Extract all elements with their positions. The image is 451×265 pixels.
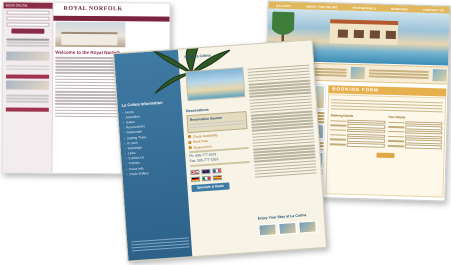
villa-graphic — [329, 19, 399, 46]
site-logo: ROYAL NORFOLK — [63, 5, 123, 13]
address-field[interactable] — [404, 135, 443, 140]
departure-date-field[interactable] — [347, 124, 385, 129]
hotel-photo — [55, 21, 126, 48]
reservation-system-box[interactable]: Reservation System — [186, 111, 248, 133]
sidebar-promo — [6, 38, 50, 47]
strip-thumbnail — [350, 66, 365, 80]
la-colina-screenshot: La Colina Information Home Amenities Sui… — [112, 39, 328, 262]
country-field[interactable] — [404, 139, 442, 145]
strip-thumbnail-2 — [432, 69, 447, 82]
reservation-panel: Reservations Reservation System Check Av… — [186, 103, 256, 257]
book-online-header: BOOK ONLINE — [3, 2, 53, 9]
gallery-thumbnail[interactable] — [258, 223, 278, 237]
room-type-select[interactable] — [6, 10, 50, 15]
gallery-thumbnail[interactable] — [298, 220, 317, 234]
top-navigation-bar[interactable] — [53, 15, 171, 22]
children-field[interactable] — [346, 133, 385, 138]
submit-booking-button[interactable] — [376, 152, 395, 158]
nav-bookings[interactable]: BOOKINGS — [391, 6, 408, 10]
extras-field[interactable] — [346, 142, 385, 148]
special-offer-banner[interactable] — [6, 74, 50, 80]
nav-gallery[interactable]: GALLERY — [276, 3, 291, 7]
comments-field[interactable] — [404, 144, 442, 149]
nav-about-rooms[interactable]: ABOUT THE ROOMS — [306, 4, 338, 9]
name-field[interactable] — [404, 121, 443, 126]
email-field[interactable] — [404, 125, 443, 131]
german-flag-icon[interactable] — [190, 176, 201, 182]
nav-contact-us[interactable]: CONTACT US — [423, 7, 444, 12]
sidebar-thumbnail — [6, 51, 50, 61]
check-availability-button[interactable] — [11, 28, 45, 34]
nav-testimonials[interactable]: TESTIMONIALS — [352, 5, 376, 10]
arrival-date-field[interactable] — [347, 119, 385, 124]
nights-select[interactable] — [6, 22, 50, 27]
collage-stage: BOOK ONLINE ROYAL NORFOLK Welcome to the… — [0, 0, 451, 265]
uk-flag-icon[interactable] — [201, 168, 211, 174]
french-flag-icon[interactable] — [212, 167, 222, 174]
contact-details-column: Your Details — [387, 115, 443, 150]
arrival-date-select[interactable] — [6, 16, 50, 21]
phone-field[interactable] — [404, 130, 443, 135]
english-flag-icon[interactable] — [190, 169, 200, 175]
spanish-flag-icon[interactable] — [212, 174, 223, 181]
gallery-thumbnail[interactable] — [278, 221, 298, 236]
rates-banner[interactable] — [5, 107, 49, 112]
pool-photo — [185, 67, 246, 102]
gallery-thumbnails — [258, 220, 317, 237]
italian-flag-icon[interactable] — [201, 175, 212, 181]
language-flags — [190, 167, 231, 182]
content-column — [247, 63, 317, 180]
booking-form: Booking Details Your Details — [325, 94, 447, 198]
adults-field[interactable] — [347, 128, 385, 134]
sidebar-thumbnail-2 — [5, 80, 50, 91]
booking-details-column: Booking Details — [329, 114, 385, 149]
specials-deals-button[interactable]: Specials & Deals — [191, 181, 230, 192]
booking-sidebar: BOOK ONLINE — [2, 2, 54, 175]
room-type-field[interactable] — [346, 138, 385, 143]
stay-heading: Enjoy Your Stay at La Colina — [257, 213, 307, 221]
